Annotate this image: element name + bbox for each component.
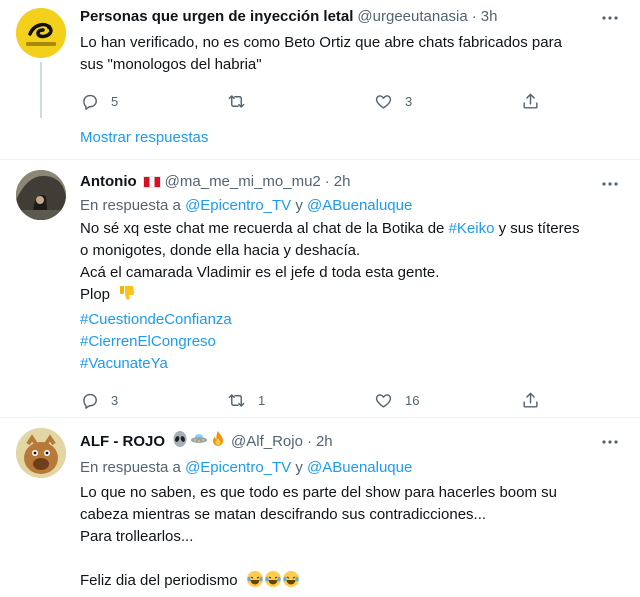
tweet-line: Lo han verificado, no es como Beto Ortiz… bbox=[80, 34, 562, 51]
hashtag-link[interactable]: #CierrenElCongreso bbox=[80, 333, 216, 350]
reply-count: 3 bbox=[111, 392, 119, 408]
retweet-icon bbox=[228, 94, 245, 108]
tweet-text: Lo que no saben, es que todo es parte de… bbox=[80, 482, 624, 595]
timestamp[interactable]: 3h bbox=[481, 7, 498, 27]
tweet-line: #CierrenElCongreso bbox=[80, 331, 624, 353]
hashtag-link[interactable]: #CuestiondeConfianza bbox=[80, 311, 232, 328]
tweet-line: o monigotes, donde ella hacia y deshacía… bbox=[80, 242, 361, 259]
fire-emoji-icon bbox=[209, 430, 227, 454]
tweet-line: Feliz dia del periodismo bbox=[80, 570, 624, 595]
user-handle[interactable]: @urgeeutanasia bbox=[357, 7, 467, 27]
reply-and: y bbox=[295, 197, 303, 214]
mention-link[interactable]: @Epicentro_TV bbox=[185, 197, 291, 214]
display-name[interactable]: ALF - ROJO bbox=[80, 432, 165, 452]
heart-icon bbox=[375, 393, 392, 408]
tweet-line bbox=[80, 548, 624, 570]
like-count: 3 bbox=[405, 93, 413, 109]
reply-icon bbox=[83, 94, 97, 110]
tweet-actions: 5 3 bbox=[80, 86, 542, 116]
timestamp[interactable]: 2h bbox=[334, 172, 351, 192]
retweet-button[interactable] bbox=[227, 92, 374, 111]
like-count: 16 bbox=[405, 392, 420, 408]
avatar[interactable] bbox=[16, 170, 66, 220]
show-replies-link[interactable]: Mostrar respuestas bbox=[80, 129, 208, 146]
tweet-2[interactable]: Antonio @ma_me_mi_mo_mu2 · 2h En respues… bbox=[0, 160, 640, 416]
tweet-line: cabeza mientras se matan descifrando sus… bbox=[80, 506, 487, 523]
tweet-actions: 3 1 16 bbox=[80, 385, 542, 415]
tweet-3[interactable]: ALF - ROJO @Alf_Rojo · 2h En respuesta a… bbox=[0, 418, 640, 597]
user-handle[interactable]: @ma_me_mi_mo_mu2 bbox=[165, 172, 321, 192]
separator: · bbox=[306, 433, 312, 450]
hashtag-link[interactable]: #VacunateYa bbox=[80, 355, 168, 372]
avatar[interactable] bbox=[16, 428, 66, 478]
share-button[interactable] bbox=[521, 391, 541, 410]
hashtag-link[interactable]: #Keiko bbox=[449, 220, 495, 237]
tweet-line: Lo que no saben, es que todo es parte de… bbox=[80, 484, 557, 501]
reply-context: En respuesta a @Epicentro_TV y @ABuenalu… bbox=[80, 196, 624, 216]
mention-link[interactable]: @Epicentro_TV bbox=[185, 459, 291, 476]
alien-emoji-icon bbox=[171, 430, 189, 454]
ufo-emoji-icon bbox=[190, 430, 208, 454]
tweet-text: Lo han verificado, no es como Beto Ortiz… bbox=[80, 32, 624, 76]
peru-flag-icon bbox=[142, 176, 161, 188]
share-button[interactable] bbox=[521, 92, 541, 111]
reply-context: En respuesta a @Epicentro_TV y @ABuenalu… bbox=[80, 458, 624, 478]
reply-and: y bbox=[295, 459, 303, 476]
tweet-header: Personas que urgen de inyección letal @u… bbox=[80, 0, 624, 27]
user-handle[interactable]: @Alf_Rojo bbox=[231, 432, 303, 452]
separator: · bbox=[471, 8, 477, 25]
like-button[interactable]: 3 bbox=[374, 92, 521, 111]
retweet-count: 1 bbox=[258, 392, 266, 408]
tweet-line: Acá el camarada Vladimir es el jefe d to… bbox=[80, 264, 440, 281]
thread-line bbox=[40, 62, 42, 118]
tweet-line: Plop bbox=[80, 284, 624, 309]
text-run: Feliz dia del periodismo bbox=[80, 572, 238, 589]
text-run: No sé xq este chat me recuerda al chat d… bbox=[80, 220, 449, 237]
text-run: y sus títeres bbox=[494, 220, 580, 237]
tweet-header: Antonio @ma_me_mi_mo_mu2 · 2h bbox=[80, 160, 624, 192]
more-options-icon[interactable] bbox=[600, 174, 620, 194]
like-button[interactable]: 16 bbox=[374, 391, 521, 410]
tweet-line: Para trollearlos... bbox=[80, 528, 194, 545]
share-icon bbox=[523, 392, 538, 408]
tweet-1[interactable]: Personas que urgen de inyección letal @u… bbox=[0, 0, 640, 150]
tweet-line: #CuestiondeConfianza bbox=[80, 309, 624, 331]
reply-button[interactable]: 5 bbox=[80, 92, 227, 111]
reply-prefix: En respuesta a bbox=[80, 459, 181, 476]
tweet-line: #VacunateYa bbox=[80, 353, 624, 375]
avatar[interactable] bbox=[16, 8, 66, 58]
more-options-icon[interactable] bbox=[600, 432, 620, 452]
text-run: Plop bbox=[80, 286, 111, 303]
share-icon bbox=[523, 93, 538, 109]
reply-icon bbox=[83, 393, 97, 409]
tweet-line: No sé xq este chat me recuerda al chat d… bbox=[80, 218, 624, 240]
display-name[interactable]: Personas que urgen de inyección letal bbox=[80, 7, 353, 27]
timestamp[interactable]: 2h bbox=[316, 432, 333, 452]
laughing-emoji bbox=[246, 570, 300, 595]
reply-button[interactable]: 3 bbox=[80, 391, 227, 410]
retweet-button[interactable]: 1 bbox=[227, 391, 374, 410]
retweet-icon bbox=[228, 393, 245, 407]
tweet-text: No sé xq este chat me recuerda al chat d… bbox=[80, 218, 624, 375]
more-options-icon[interactable] bbox=[600, 8, 620, 28]
display-name[interactable]: Antonio bbox=[80, 172, 137, 192]
mention-link[interactable]: @ABuenaluque bbox=[307, 459, 412, 476]
mention-link[interactable]: @ABuenaluque bbox=[307, 197, 412, 214]
heart-icon bbox=[375, 94, 392, 109]
thumbs-down-emoji bbox=[118, 284, 136, 309]
separator: · bbox=[324, 173, 330, 190]
tweet-header: ALF - ROJO @Alf_Rojo · 2h bbox=[80, 418, 624, 454]
reply-count: 5 bbox=[111, 93, 119, 109]
reply-prefix: En respuesta a bbox=[80, 197, 181, 214]
tweet-line: sus "monologos del habria" bbox=[80, 56, 262, 73]
